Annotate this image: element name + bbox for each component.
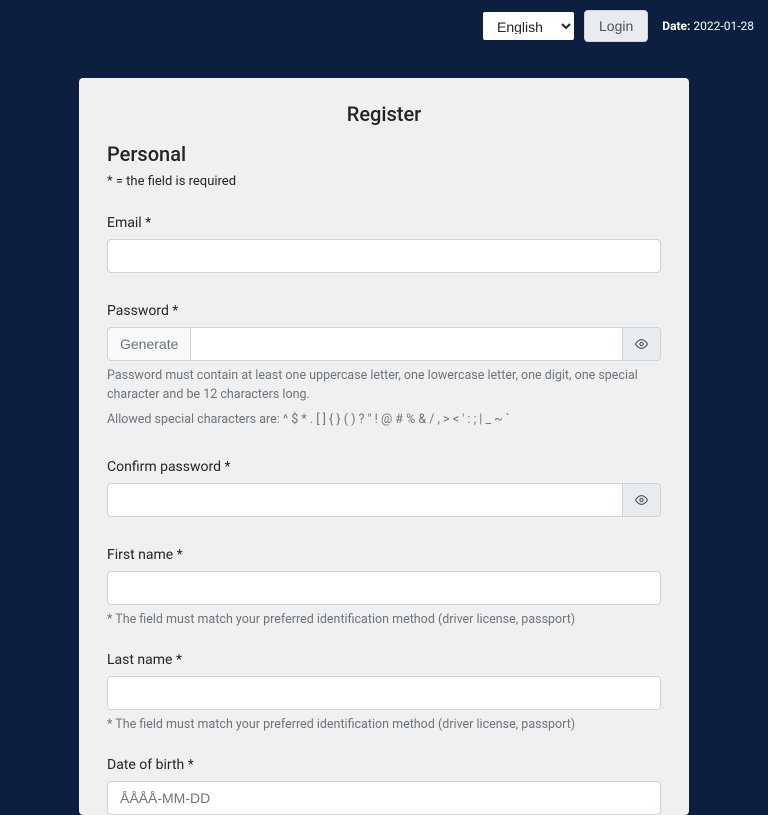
password-help-text-1: Password must contain at least one upper… <box>107 367 661 405</box>
last-name-group: Last name * * The field must match your … <box>107 652 661 735</box>
dob-field[interactable] <box>107 781 661 815</box>
first-name-field[interactable] <box>107 571 661 605</box>
language-select[interactable]: English <box>481 10 576 42</box>
confirm-password-group: Confirm password * <box>107 459 661 517</box>
eye-icon <box>635 492 648 508</box>
page-title: Register <box>107 102 661 126</box>
confirm-password-label: Confirm password * <box>107 459 661 475</box>
register-card: Register Personal * = the field is requi… <box>79 78 689 815</box>
eye-icon <box>635 336 648 352</box>
top-bar: English Login Date: 2022-01-28 <box>0 0 768 52</box>
last-name-help-text: * The field must match your preferred id… <box>107 716 661 735</box>
dob-group: Date of birth * <box>107 757 661 815</box>
email-label: Email * <box>107 215 661 231</box>
section-title: Personal <box>107 142 661 166</box>
confirm-password-field[interactable] <box>107 483 623 517</box>
toggle-confirm-password-visibility-button[interactable] <box>623 483 661 517</box>
password-field[interactable] <box>190 327 623 361</box>
password-help-text-2: Allowed special characters are: ^ $ * . … <box>107 411 661 430</box>
password-group: Password * Generate Password must contai… <box>107 303 661 429</box>
last-name-field[interactable] <box>107 676 661 710</box>
first-name-help-text: * The field must match your preferred id… <box>107 611 661 630</box>
date-display: Date: 2022-01-28 <box>662 19 754 33</box>
required-note: * = the field is required <box>107 174 661 189</box>
login-button[interactable]: Login <box>584 10 648 42</box>
email-group: Email * <box>107 215 661 273</box>
toggle-password-visibility-button[interactable] <box>623 327 661 361</box>
first-name-group: First name * * The field must match your… <box>107 547 661 630</box>
last-name-label: Last name * <box>107 652 661 668</box>
generate-button[interactable]: Generate <box>107 327 190 361</box>
email-field[interactable] <box>107 239 661 273</box>
first-name-label: First name * <box>107 547 661 563</box>
password-label: Password * <box>107 303 661 319</box>
dob-label: Date of birth * <box>107 757 661 773</box>
